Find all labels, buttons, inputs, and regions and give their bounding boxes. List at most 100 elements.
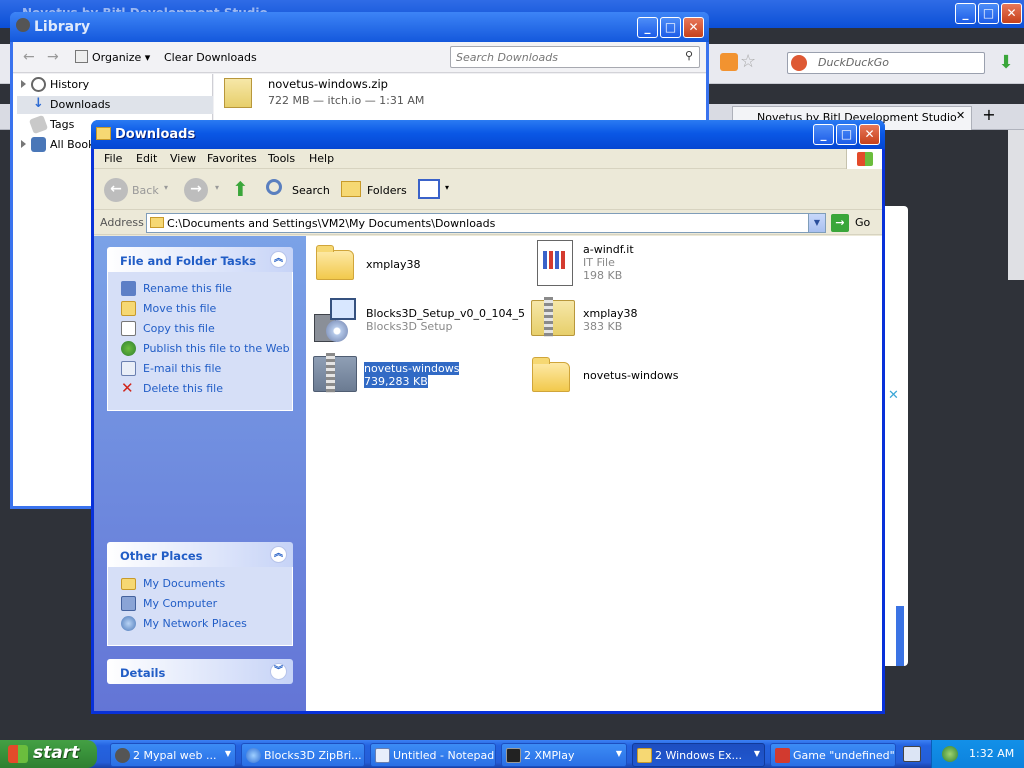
dropdown-icon: ▼ xyxy=(753,749,760,758)
download-icon: ↓ xyxy=(33,96,44,111)
search-downloads-input[interactable]: Search Downloads ⚲ xyxy=(450,46,700,68)
expand-twisty-icon[interactable] xyxy=(21,80,26,88)
taskbar-button-game[interactable]: Game "undefined" xyxy=(770,743,896,767)
system-tray: 1:32 AM xyxy=(931,740,1024,768)
menu-favorites[interactable]: Favorites xyxy=(207,152,257,165)
mypal-icon xyxy=(115,748,130,763)
zip-folder-icon xyxy=(527,296,575,342)
forward-button[interactable]: → xyxy=(184,176,214,204)
tag-icon xyxy=(28,114,49,135)
file-item[interactable]: a-windf.it IT File 198 KB xyxy=(529,240,729,290)
folders-label: Folders xyxy=(367,184,407,197)
library-maximize-button[interactable]: □ xyxy=(660,17,681,38)
clear-downloads-button[interactable]: Clear Downloads xyxy=(164,51,257,64)
page-scrollbar[interactable] xyxy=(896,606,904,666)
firefox-icon xyxy=(16,18,30,32)
explorer-close-button[interactable]: ✕ xyxy=(859,124,880,145)
search-input[interactable]: DuckDuckGo xyxy=(787,52,985,74)
keyboard-icon[interactable] xyxy=(903,746,921,762)
address-input[interactable]: C:\Documents and Settings\VM2\My Documen… xyxy=(146,213,826,233)
views-dropdown-icon: ▾ xyxy=(445,183,450,192)
views-button[interactable]: ▾ xyxy=(416,176,454,204)
library-titlebar[interactable]: Library _ □ ✕ xyxy=(10,12,709,42)
tab-close-icon[interactable]: ✕ xyxy=(956,109,965,122)
maximize-button[interactable]: □ xyxy=(978,3,999,24)
menu-tools[interactable]: Tools xyxy=(268,152,295,165)
place-my-computer[interactable]: My Computer xyxy=(119,595,292,615)
start-button[interactable]: start xyxy=(0,740,97,768)
file-size: 383 KB xyxy=(583,320,623,333)
explorer-title: Downloads xyxy=(115,127,196,142)
rss-icon[interactable] xyxy=(720,53,738,71)
address-dropdown-icon[interactable]: ▼ xyxy=(808,214,825,232)
back-button[interactable]: ← Back xyxy=(104,176,162,204)
file-item-selected[interactable]: novetus-windows 739,283 KB xyxy=(309,352,509,402)
place-my-documents[interactable]: My Documents xyxy=(119,575,292,595)
library-close-button[interactable]: ✕ xyxy=(683,17,704,38)
menu-edit[interactable]: Edit xyxy=(136,152,157,165)
go-button[interactable]: → Go xyxy=(831,213,879,233)
close-button[interactable]: ✕ xyxy=(1001,3,1022,24)
menu-file[interactable]: File xyxy=(104,152,122,165)
file-item[interactable]: Blocks3D_Setup_v0_0_104_5 Blocks3D Setup xyxy=(310,296,525,346)
duckduckgo-icon xyxy=(791,55,807,71)
search-button[interactable]: Search xyxy=(264,176,332,204)
minimize-button[interactable]: _ xyxy=(955,3,976,24)
place-my-network[interactable]: My Network Places xyxy=(119,615,292,635)
file-item[interactable]: novetus-windows xyxy=(528,352,728,402)
download-arrow-icon[interactable]: ⬇ xyxy=(993,52,1019,76)
taskbar-button-mypal[interactable]: 2 Mypal web ... ▼ xyxy=(110,743,236,767)
organize-label: Organize xyxy=(92,51,142,64)
expand-icon[interactable]: ︾ xyxy=(270,663,287,680)
collapse-icon[interactable]: ︽ xyxy=(270,251,287,268)
file-folder-tasks-panel: File and Folder Tasks ︽ Rename this file … xyxy=(107,247,293,411)
ad-close-icon[interactable]: ✕ xyxy=(888,388,899,403)
task-rename[interactable]: Rename this file xyxy=(119,280,292,300)
taskbar-label: 2 Windows Ex... xyxy=(655,749,743,762)
explorer-titlebar[interactable]: Downloads _ □ ✕ xyxy=(91,120,885,149)
organize-button[interactable]: Organize ▾ xyxy=(75,50,150,64)
file-name: novetus-windows xyxy=(364,362,460,375)
task-move[interactable]: Move this file xyxy=(119,300,292,320)
forward-dropdown-icon[interactable]: ▾ xyxy=(215,183,219,192)
panel-header[interactable]: File and Folder Tasks ︽ xyxy=(107,247,293,272)
address-label: Address xyxy=(100,216,144,229)
folders-icon xyxy=(341,181,361,197)
sidebar-item-downloads[interactable]: ↓ Downloads xyxy=(17,96,213,114)
back-dropdown-icon[interactable]: ▾ xyxy=(164,183,168,192)
task-copy[interactable]: Copy this file xyxy=(119,320,292,340)
forward-arrow-icon[interactable]: → xyxy=(47,49,59,65)
task-publish[interactable]: Publish this file to the Web xyxy=(119,340,292,360)
menu-help[interactable]: Help xyxy=(309,152,334,165)
file-size: 739,283 KB xyxy=(364,375,428,388)
panel-header[interactable]: Details ︾ xyxy=(107,659,293,684)
expand-twisty-icon[interactable] xyxy=(21,140,26,148)
download-item[interactable]: novetus-windows.zip 722 MB — itch.io — 1… xyxy=(214,74,706,114)
task-label: Copy this file xyxy=(143,322,215,335)
taskbar-button-notepad[interactable]: Untitled - Notepad xyxy=(370,743,496,767)
taskbar-button-blocks3d[interactable]: Blocks3D ZipBri... xyxy=(241,743,365,767)
taskbar-button-xmplay[interactable]: 2 XMPlay ▼ xyxy=(501,743,627,767)
network-tray-icon[interactable] xyxy=(942,746,958,762)
toolbar: ← Back ▾ → ▾ ⬆ Search Folders ▾ xyxy=(94,170,882,210)
file-item[interactable]: xmplay38 383 KB xyxy=(527,296,727,346)
document-icon xyxy=(529,240,577,286)
menu-view[interactable]: View xyxy=(170,152,196,165)
task-label: Delete this file xyxy=(143,382,223,395)
explorer-minimize-button[interactable]: _ xyxy=(813,124,834,145)
collapse-icon[interactable]: ︽ xyxy=(270,546,287,563)
taskbar-button-explorer[interactable]: 2 Windows Ex... ▼ xyxy=(632,743,765,767)
star-icon[interactable]: ☆ xyxy=(740,51,756,72)
folder-icon xyxy=(528,352,576,398)
file-item[interactable]: xmplay38 xyxy=(312,240,512,290)
panel-header[interactable]: Other Places ︽ xyxy=(107,542,293,567)
back-label: Back xyxy=(132,184,159,197)
new-tab-icon[interactable]: + xyxy=(978,105,1000,127)
task-email[interactable]: E-mail this file xyxy=(119,360,292,380)
library-minimize-button[interactable]: _ xyxy=(637,17,658,38)
explorer-maximize-button[interactable]: □ xyxy=(836,124,857,145)
up-folder-icon[interactable]: ⬆ xyxy=(232,177,254,203)
task-delete[interactable]: ✕ Delete this file xyxy=(119,380,292,400)
back-arrow-icon[interactable]: ← xyxy=(23,49,35,65)
folders-button[interactable]: Folders xyxy=(339,176,409,204)
